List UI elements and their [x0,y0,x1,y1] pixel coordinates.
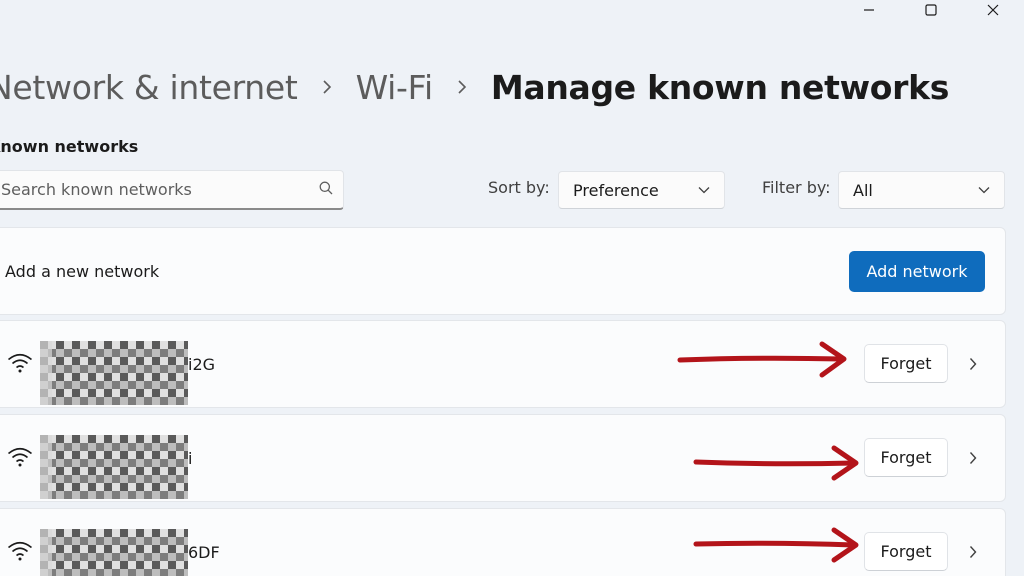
breadcrumb-network-internet[interactable]: Network & internet [0,68,298,107]
sort-dropdown[interactable]: Preference [558,171,725,209]
filter-value: All [853,180,873,200]
network-row[interactable]: i Forget [0,414,1006,502]
add-network-button[interactable]: Add network [849,251,985,292]
wifi-icon [7,447,33,467]
search-icon [319,180,333,199]
window-controls [838,0,1024,20]
minimize-button[interactable] [838,0,900,20]
redacted-network-name [40,341,188,405]
maximize-icon [925,4,937,16]
chevron-down-icon [698,187,710,194]
forget-button[interactable]: Forget [864,438,948,477]
network-name-suffix: i2G [188,355,216,374]
filter-label: Filter by: [762,178,831,197]
known-networks-heading: Known networks [0,137,139,156]
chevron-right-icon[interactable] [969,451,977,465]
add-network-card: Add a new network Add network [0,227,1006,315]
search-box[interactable] [0,170,344,210]
network-row[interactable]: 6DF Forget [0,508,1006,576]
breadcrumb-wifi[interactable]: Wi-Fi [356,68,434,107]
chevron-down-icon [978,187,990,194]
sort-label: Sort by: [488,178,550,197]
chevron-right-icon[interactable] [969,357,977,371]
forget-button[interactable]: Forget [864,532,948,571]
minimize-icon [864,9,874,11]
wifi-icon [7,353,33,373]
redacted-network-name [40,435,188,499]
filter-dropdown[interactable]: All [838,171,1005,209]
forget-button[interactable]: Forget [864,344,948,383]
chevron-right-icon [298,80,356,94]
search-input[interactable] [1,180,319,199]
add-network-label: Add a new network [5,262,160,281]
sort-value: Preference [573,180,659,200]
network-name-suffix: i [188,449,193,468]
breadcrumb: Network & internet Wi-Fi Manage known ne… [0,64,949,110]
close-icon [987,4,999,16]
network-name-suffix: 6DF [188,543,220,562]
network-row[interactable]: i2G Forget [0,320,1006,408]
close-button[interactable] [962,0,1024,20]
chevron-right-icon [433,80,491,94]
chevron-right-icon[interactable] [969,545,977,559]
maximize-button[interactable] [900,0,962,20]
wifi-icon [7,541,33,561]
page-title: Manage known networks [490,67,950,107]
redacted-network-name [40,529,188,576]
